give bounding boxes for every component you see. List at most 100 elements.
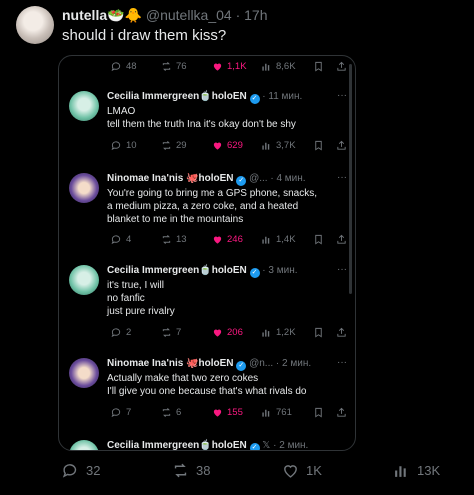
views-icon xyxy=(262,236,270,244)
reply-text: Actually make that two zero cokes I'll g… xyxy=(107,372,347,398)
share-icon xyxy=(337,234,346,244)
reply-line: LMAO xyxy=(107,106,136,117)
like-button[interactable]: 1K xyxy=(282,462,322,479)
views-count: 1,2K xyxy=(276,327,296,338)
avatar[interactable] xyxy=(16,6,54,44)
like-stat[interactable]: 155 xyxy=(212,407,243,418)
views-button[interactable]: 13K xyxy=(393,462,440,479)
verified-icon: ✓ xyxy=(249,94,260,104)
avatar[interactable] xyxy=(69,440,99,450)
avatar[interactable] xyxy=(69,358,99,388)
bookmark-button[interactable] xyxy=(313,234,324,245)
like-stat[interactable]: 206 xyxy=(212,327,243,338)
avatar[interactable] xyxy=(69,173,99,203)
reply-header: Cecilia Immergreen🍵holoEN ✓ · 11 мин. xyxy=(107,91,302,104)
reply-icon xyxy=(111,408,121,418)
views-stat[interactable]: 3,7K xyxy=(261,140,296,151)
repost-icon xyxy=(162,235,171,244)
views-stat: 8,6K xyxy=(261,61,296,72)
reply-time: · 11 мин. xyxy=(262,91,303,102)
bookmark-icon xyxy=(315,234,322,245)
reply-header: Ninomae Ina'nis 🐙holoEN ✓ @... · 4 мин. xyxy=(107,173,306,186)
bookmark-button[interactable] xyxy=(313,407,324,418)
reply-line: a medium pizza, a zero coke, and a heate… xyxy=(107,201,299,212)
share-icon xyxy=(337,327,346,337)
repost-stat[interactable]: 29 xyxy=(161,140,187,151)
reply-button[interactable]: 32 xyxy=(62,462,100,479)
verified-icon: ✓ xyxy=(236,176,247,186)
reply-count: 48 xyxy=(126,61,137,72)
reply-stat: 48 xyxy=(111,61,137,72)
reply-icon xyxy=(111,328,121,338)
reply-author[interactable]: Cecilia Immergreen🍵holoEN xyxy=(107,91,247,102)
reply-line: no fanfic xyxy=(107,293,145,304)
verified-icon: ✓ xyxy=(249,443,260,450)
more-icon[interactable]: ··· xyxy=(337,264,347,275)
verified-icon: ✓ xyxy=(236,361,247,371)
heart-icon xyxy=(213,329,222,337)
share-button[interactable] xyxy=(336,407,347,418)
heart-icon xyxy=(213,236,222,244)
reply-author[interactable]: Cecilia Immergreen🍵holoEN xyxy=(107,440,247,450)
views-stat[interactable]: 1,2K xyxy=(261,327,296,338)
reply-author[interactable]: Ninomae Ina'nis 🐙holoEN xyxy=(107,173,234,184)
reply-stat[interactable]: 10 xyxy=(111,140,137,151)
repost-icon xyxy=(162,62,171,71)
heart-icon xyxy=(284,465,297,478)
repost-stat[interactable]: 7 xyxy=(161,327,181,338)
reply-line: just pure rivalry xyxy=(107,306,175,317)
reply-author[interactable]: Cecilia Immergreen🍵holoEN xyxy=(107,265,247,276)
reply-stat[interactable]: 2 xyxy=(111,327,131,338)
repost-stat[interactable]: 6 xyxy=(161,407,181,418)
embedded-screenshot[interactable]: 48 76 1,1K 8,6K Cecilia Immergreen🍵holoE… xyxy=(58,55,356,451)
post-time[interactable]: · 17h xyxy=(236,7,268,23)
views-stat[interactable]: 1,4K xyxy=(261,234,296,245)
reply-line: tell them the truth Ina it's okay don't … xyxy=(107,119,296,130)
views-icon xyxy=(262,329,270,337)
repost-button[interactable]: 38 xyxy=(172,462,210,479)
reply-count: 10 xyxy=(126,140,137,151)
share-button[interactable] xyxy=(336,61,347,72)
reply-header: Cecilia Immergreen🍵holoEN ✓ 𝕏 · 2 мин. xyxy=(107,440,309,451)
tweet-text: should i draw them kiss? xyxy=(62,27,227,44)
avatar[interactable] xyxy=(69,265,99,295)
outer-header: nutella🥗🐥 @nutellka_04 · 17h xyxy=(62,7,268,24)
like-stat[interactable]: 629 xyxy=(212,140,243,151)
repost-count: 7 xyxy=(176,327,182,338)
reply-time: @... · 4 мин. xyxy=(249,173,306,184)
views-icon xyxy=(395,466,406,477)
views-stat[interactable]: 761 xyxy=(261,407,292,418)
reply-count: 4 xyxy=(126,234,132,245)
repost-count: 6 xyxy=(176,407,182,418)
scrollbar xyxy=(349,64,352,294)
reply-icon xyxy=(111,235,121,245)
share-button[interactable] xyxy=(336,140,347,151)
bookmark-button[interactable] xyxy=(313,140,324,151)
like-stat[interactable]: 246 xyxy=(212,234,243,245)
bookmark-icon xyxy=(315,407,322,418)
outer-tweet: nutella🥗🐥 @nutellka_04 · 17h should i dr… xyxy=(0,0,474,495)
verified-icon: ✓ xyxy=(249,268,260,278)
reply-author[interactable]: Ninomae Ina'nis 🐙holoEN xyxy=(107,358,234,369)
views-count: 761 xyxy=(276,407,292,418)
repost-stat[interactable]: 13 xyxy=(161,234,187,245)
bookmark-button[interactable] xyxy=(313,327,324,338)
share-button[interactable] xyxy=(336,327,347,338)
bookmark-icon xyxy=(315,140,322,151)
author-handle[interactable]: @nutellka_04 xyxy=(146,7,232,23)
like-count: 155 xyxy=(227,407,243,418)
repost-stat: 76 xyxy=(161,61,187,72)
avatar[interactable] xyxy=(69,91,99,121)
reply-stat[interactable]: 7 xyxy=(111,407,131,418)
more-icon[interactable]: ··· xyxy=(337,90,347,101)
share-button[interactable] xyxy=(336,234,347,245)
more-icon[interactable]: ··· xyxy=(337,357,347,368)
views-count: 3,7K xyxy=(276,140,296,151)
more-icon[interactable]: ··· xyxy=(337,172,347,183)
repost-count: 13 xyxy=(176,234,187,245)
reply-time: 𝕏 · 2 мин. xyxy=(262,440,309,451)
bookmark-button[interactable] xyxy=(313,61,324,72)
like-count: 1K xyxy=(306,463,322,478)
author-name[interactable]: nutella🥗🐥 xyxy=(62,7,142,23)
reply-stat[interactable]: 4 xyxy=(111,234,131,245)
